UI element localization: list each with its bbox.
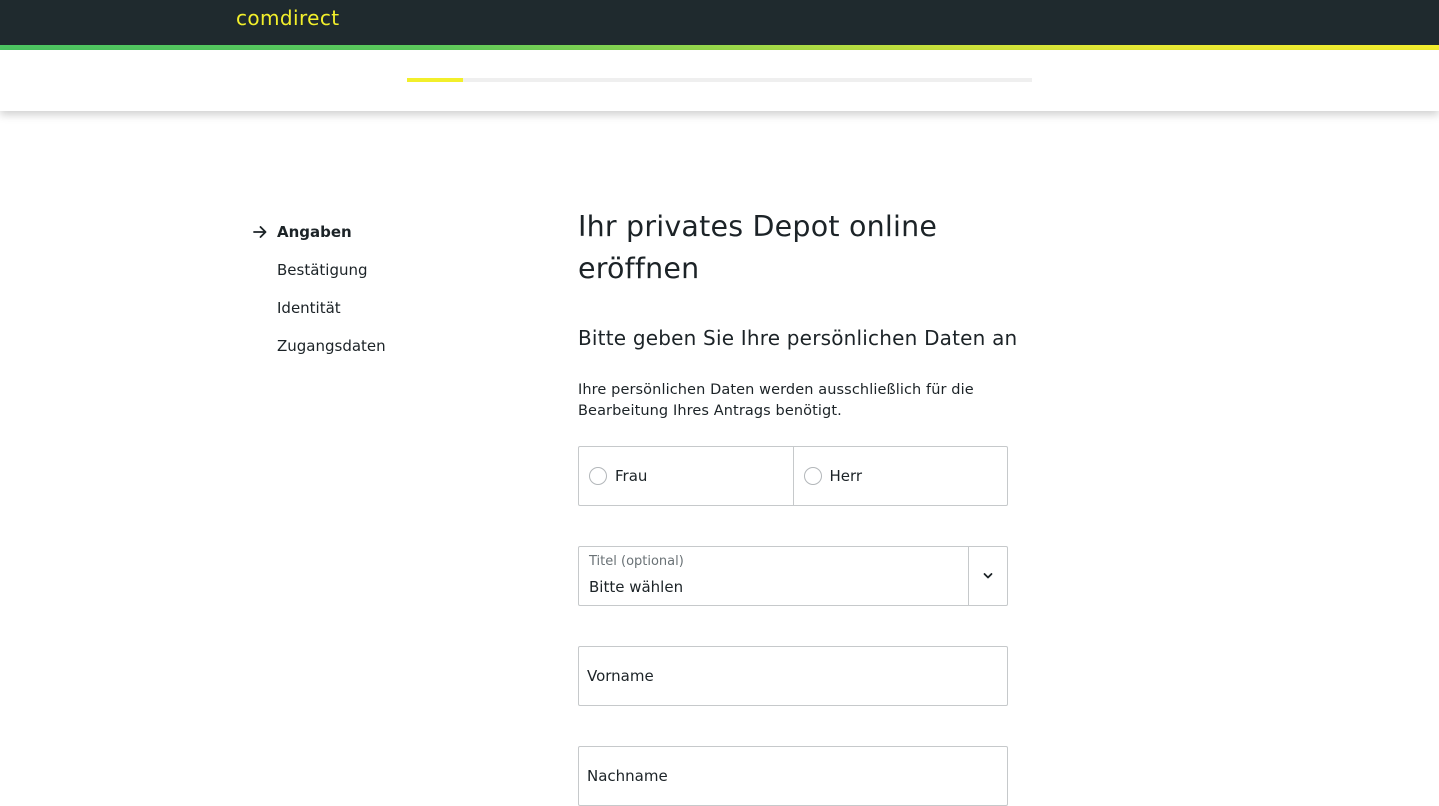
- progress-track: [407, 78, 1032, 82]
- step-label: Zugangsdaten: [277, 337, 386, 355]
- intro-text: Ihre persönlichen Daten werden ausschlie…: [578, 382, 974, 419]
- page-title: Ihr privates Depot online eröffnen: [578, 210, 938, 285]
- top-header: comdirect: [0, 0, 1439, 50]
- radio-option-frau[interactable]: Frau: [579, 447, 793, 505]
- firstname-field: [578, 646, 1008, 706]
- select-value: Bitte wählen: [589, 578, 684, 596]
- progress-area: [0, 50, 1439, 111]
- firstname-input[interactable]: [579, 647, 1007, 705]
- radio-option-herr[interactable]: Herr: [792, 447, 1008, 505]
- radio-circle-icon[interactable]: [803, 467, 822, 485]
- brand-logo[interactable]: comdirect: [236, 5, 340, 31]
- select-divider: [968, 547, 969, 605]
- step-item-identitaet[interactable]: Identität: [252, 296, 512, 334]
- salutation-radio-group: Frau Herr: [578, 446, 1008, 506]
- step-label: Identität: [277, 299, 341, 317]
- step-item-angaben[interactable]: Angaben: [252, 220, 512, 258]
- arrow-right-icon: [253, 226, 267, 238]
- lastname-field: [578, 746, 1008, 806]
- step-item-zugangsdaten[interactable]: Zugangsdaten: [252, 334, 512, 372]
- step-navigation: Angaben Bestätigung Identität Zugangsdat…: [252, 220, 512, 372]
- radio-label: Herr: [829, 467, 863, 485]
- step-item-bestaetigung[interactable]: Bestätigung: [252, 258, 512, 296]
- progress-fill: [407, 78, 464, 82]
- step-label: Angaben: [277, 223, 352, 241]
- lastname-input[interactable]: [579, 747, 1007, 805]
- radio-circle-icon[interactable]: [589, 467, 607, 485]
- step-label: Bestätigung: [277, 261, 368, 279]
- chevron-down-icon[interactable]: [980, 569, 996, 583]
- title-select[interactable]: Titel (optional) Bitte wählen: [578, 546, 1008, 606]
- select-label: Titel (optional): [589, 554, 684, 569]
- section-subtitle: Bitte geben Sie Ihre persönlichen Daten …: [578, 326, 1018, 350]
- radio-label: Frau: [615, 467, 648, 485]
